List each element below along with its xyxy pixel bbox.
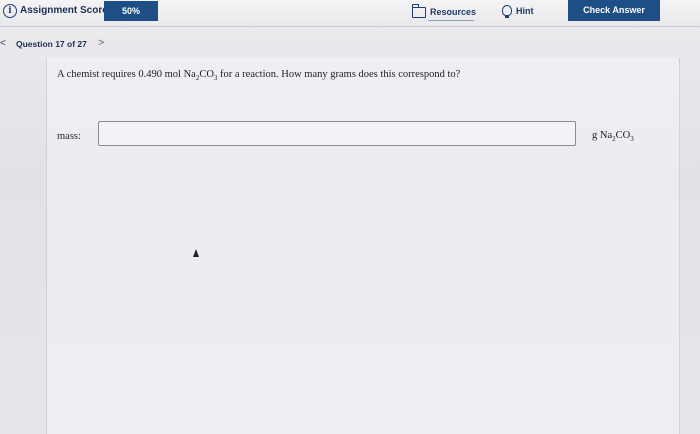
lightbulb-icon [502, 5, 512, 18]
unit-text-part: g Na [592, 130, 613, 141]
question-text-part: CO [199, 69, 214, 80]
mass-label: mass: [57, 131, 81, 142]
question-text: A chemist requires 0.490 mol Na2CO3 for … [57, 69, 460, 82]
question-text-part: for a reaction. How many grams does this… [217, 69, 461, 80]
hint-button[interactable]: Hint [502, 5, 534, 18]
unit-label: g Na2CO3 [592, 130, 634, 143]
unit-subscript: 3 [630, 135, 634, 144]
folder-icon [412, 3, 426, 18]
hint-label: Hint [516, 5, 534, 16]
mass-input[interactable] [98, 121, 576, 146]
resources-label: Resources [430, 7, 477, 17]
top-bar: i Assignment Score: 50% Resources Hint C… [0, 0, 700, 27]
question-counter: Question 17 of 27 [16, 39, 87, 49]
info-circle-icon[interactable]: i [3, 4, 17, 18]
check-answer-button[interactable]: Check Answer [568, 0, 660, 21]
assignment-page: i Assignment Score: 50% Resources Hint C… [0, 0, 700, 434]
assignment-score-value: 50% [104, 1, 158, 21]
resources-underline [428, 20, 474, 21]
resources-button[interactable]: Resources [412, 3, 476, 21]
previous-question-icon[interactable]: < [0, 38, 6, 49]
question-text-part: A chemist requires 0.490 mol Na [57, 69, 196, 80]
assignment-score-label: Assignment Score: [20, 5, 112, 16]
mouse-cursor-icon [193, 249, 199, 257]
question-card [46, 58, 680, 434]
next-question-icon[interactable]: > [98, 37, 104, 49]
unit-text-part: CO [615, 130, 631, 141]
